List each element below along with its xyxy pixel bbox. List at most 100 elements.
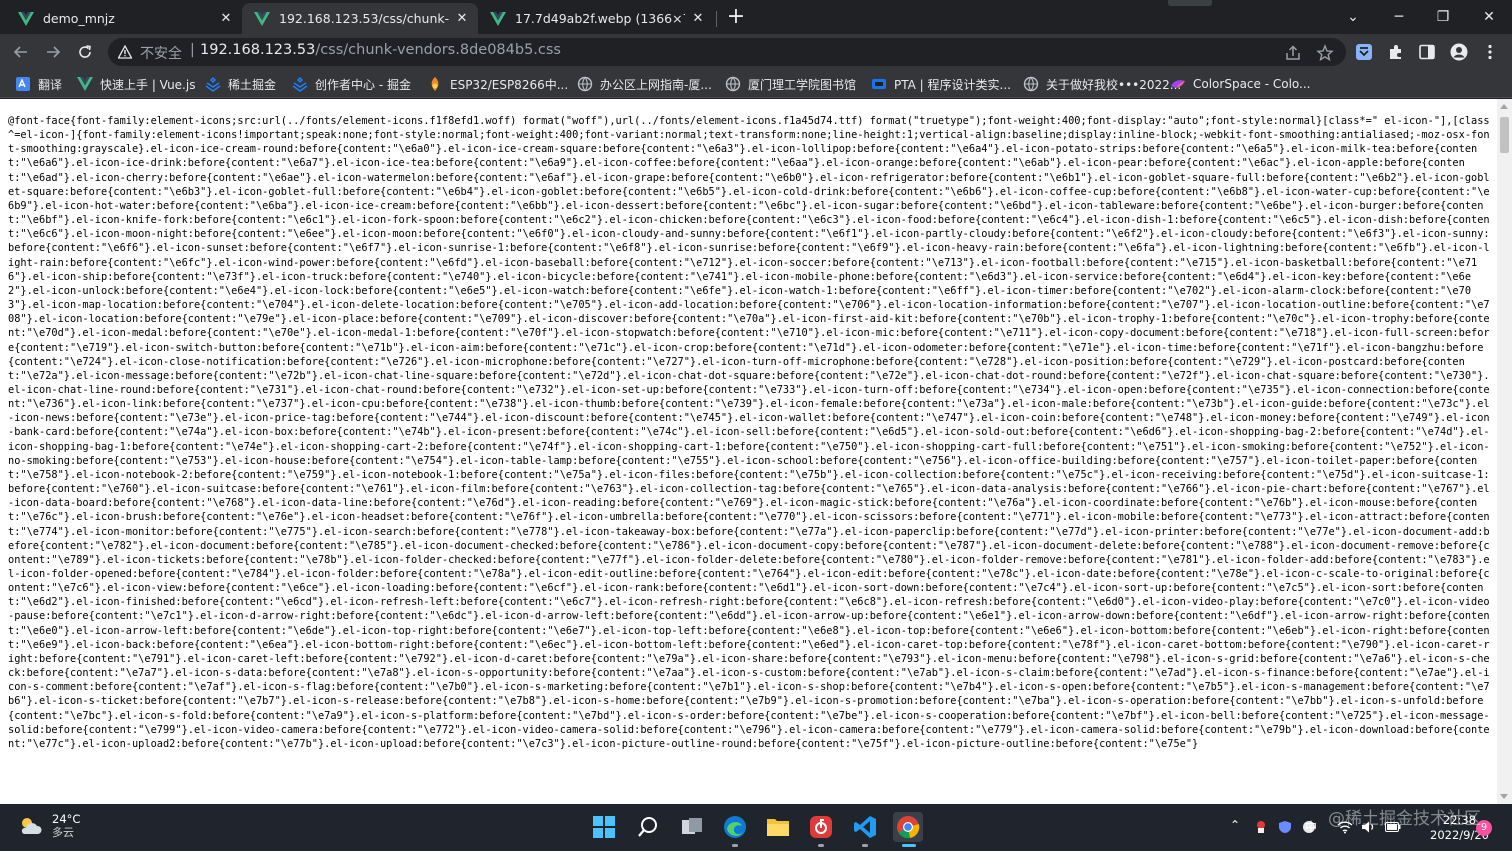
url-text[interactable]: 192.168.123.53/css/chunk-vendors.8de084b… (200, 42, 561, 58)
task-view-button[interactable] (677, 812, 707, 842)
colorspace-icon (1171, 80, 1185, 88)
bookmark-pta[interactable]: PTA | 程序设计类实... (871, 75, 1011, 93)
warning-icon[interactable] (118, 45, 132, 59)
globe-icon (1023, 76, 1039, 92)
toolbar: 不安全 | 192.168.123.53/css/chunk-vendors.8… (0, 34, 1512, 70)
scroll-down-icon[interactable] (1500, 794, 1508, 799)
netease-music-icon (810, 816, 832, 838)
maximize-button[interactable]: ❐ (1420, 0, 1466, 34)
globe-icon (725, 76, 741, 92)
more-menu-icon[interactable] (1481, 43, 1499, 61)
pta-icon (872, 79, 886, 89)
vertical-scrollbar[interactable] (1497, 99, 1512, 804)
profile-avatar-icon[interactable] (1450, 43, 1468, 61)
chrome-icon (897, 816, 920, 839)
edge-icon (724, 816, 746, 838)
bookmark-label: ESP32/ESP8266中... (450, 77, 569, 92)
close-icon[interactable]: ✕ (453, 10, 471, 28)
bookmark-label: 快速上手 | Vue.js (100, 77, 196, 92)
chrome-app[interactable] (893, 812, 923, 847)
bookmark-vue[interactable]: 快速上手 | Vue.js (77, 75, 195, 93)
partly-cloudy-icon (21, 818, 42, 834)
browser-window: demo_mnjz ✕ 192.168.123.53/css/chunk-ven… (0, 0, 1512, 851)
forward-arrow-icon (47, 46, 61, 58)
bookmark-colorspace[interactable]: ColorSpace - Colo... (1170, 75, 1311, 93)
weather-widget[interactable]: 24°C 多云 (18, 812, 80, 840)
reload-icon (79, 45, 91, 58)
close-icon[interactable]: ✕ (689, 10, 707, 28)
url-path: /css/chunk-vendors.8de084b5.css (315, 42, 561, 58)
edge-app[interactable] (720, 812, 750, 847)
scrollbar-thumb[interactable] (1500, 117, 1509, 153)
tab-demo[interactable]: demo_mnjz ✕ (6, 3, 242, 34)
minimize-button[interactable]: ─ (1376, 0, 1422, 34)
vscode-app[interactable] (850, 812, 880, 847)
extensions-puzzle-icon[interactable] (1387, 43, 1405, 61)
vue-icon (490, 11, 506, 26)
windows-logo-icon (593, 816, 615, 838)
extension-shield-icon[interactable] (1355, 43, 1373, 61)
tab-search-icon[interactable]: ⌄ (1330, 0, 1376, 34)
weather-condition: 多云 (52, 826, 74, 839)
file-explorer-app[interactable] (763, 812, 793, 842)
tray-expand-icon[interactable]: ⌃ (1230, 818, 1240, 832)
vue-icon (77, 77, 93, 91)
security-divider: | (190, 42, 195, 58)
vue-icon (18, 11, 34, 26)
bookmark-label: 关于做好我校•••2022... (1046, 77, 1182, 92)
close-window-button[interactable]: ✕ (1466, 0, 1512, 34)
tab-chunk-vendors[interactable]: 192.168.123.53/css/chunk-ven ✕ (242, 3, 478, 34)
bookmark-school[interactable]: 关于做好我校•••2022... (1023, 75, 1181, 93)
profile-indicator (1168, 0, 1212, 6)
search-icon (638, 817, 657, 837)
watermark-text: @稀土掘金技术社区 (1328, 809, 1481, 829)
tab-title: 192.168.123.53/css/chunk-ven (279, 11, 449, 26)
bookmark-library[interactable]: 厦门理工学院图书馆 (725, 75, 856, 93)
esp-icon (431, 77, 439, 91)
bookmark-juejin[interactable]: 稀土掘金 (205, 75, 276, 93)
globe-icon (577, 76, 593, 92)
search-button[interactable] (633, 812, 663, 842)
juejin-icon (292, 76, 308, 92)
scroll-up-icon[interactable] (1500, 104, 1508, 109)
translate-icon (16, 77, 30, 91)
forward-button[interactable] (40, 39, 66, 65)
tab-webp-image[interactable]: 17.7d49ab2f.webp (1366×768) ✕ (478, 3, 714, 34)
bookmark-star-icon[interactable] (1316, 44, 1334, 62)
bookmark-label: 创作者中心 - 掘金 (315, 77, 411, 92)
address-bar[interactable]: 不安全 | 192.168.123.53/css/chunk-vendors.8… (108, 38, 1346, 66)
bookmark-label: 稀土掘金 (228, 77, 277, 92)
tray-app-icon[interactable] (1254, 820, 1268, 834)
side-panel-icon[interactable] (1418, 43, 1436, 61)
close-icon[interactable]: ✕ (217, 10, 235, 28)
task-view-icon (682, 818, 702, 834)
back-button[interactable] (8, 39, 34, 65)
reload-button[interactable] (72, 39, 98, 65)
bookmark-label: 厦门理工学院图书馆 (748, 77, 857, 92)
vscode-icon (854, 816, 876, 838)
share-icon[interactable] (1284, 44, 1302, 62)
tab-title: 17.7d49ab2f.webp (1366×768) (515, 11, 685, 26)
vpn-shield-icon[interactable] (1278, 820, 1292, 834)
juejin-icon (205, 76, 221, 92)
bookmark-office-guide[interactable]: 办公区上网指南-厦... (577, 75, 712, 93)
tab-strip: demo_mnjz ✕ 192.168.123.53/css/chunk-ven… (0, 0, 1512, 34)
bookmark-label: ColorSpace - Colo... (1193, 77, 1311, 91)
temperature: 24°C (52, 812, 81, 826)
bookmark-translate[interactable]: 翻译 (15, 75, 62, 93)
tab-divider (716, 11, 717, 27)
tab-title: demo_mnjz (43, 11, 115, 26)
url-host: 192.168.123.53 (200, 42, 316, 58)
folder-icon (767, 819, 789, 836)
start-button[interactable] (589, 812, 619, 842)
new-tab-button[interactable]: + (724, 6, 748, 30)
netease-music-app[interactable] (806, 812, 836, 847)
bookmark-label: 翻译 (38, 77, 63, 92)
css-source-text[interactable]: @font-face{font-family:element-icons;src… (8, 114, 1490, 804)
back-arrow-icon (13, 46, 27, 58)
taskbar: 24°C 多云 ⌃ 中 22:38 2022/9/20 9 @稀土掘金技术社区 (0, 804, 1512, 851)
bookmark-juejin-creator[interactable]: 创作者中心 - 掘金 (292, 75, 411, 93)
ime-indicator[interactable]: 中 (1305, 818, 1317, 835)
security-label[interactable]: 不安全 (140, 43, 182, 63)
bookmark-esp32[interactable]: ESP32/ESP8266中... (427, 75, 568, 93)
